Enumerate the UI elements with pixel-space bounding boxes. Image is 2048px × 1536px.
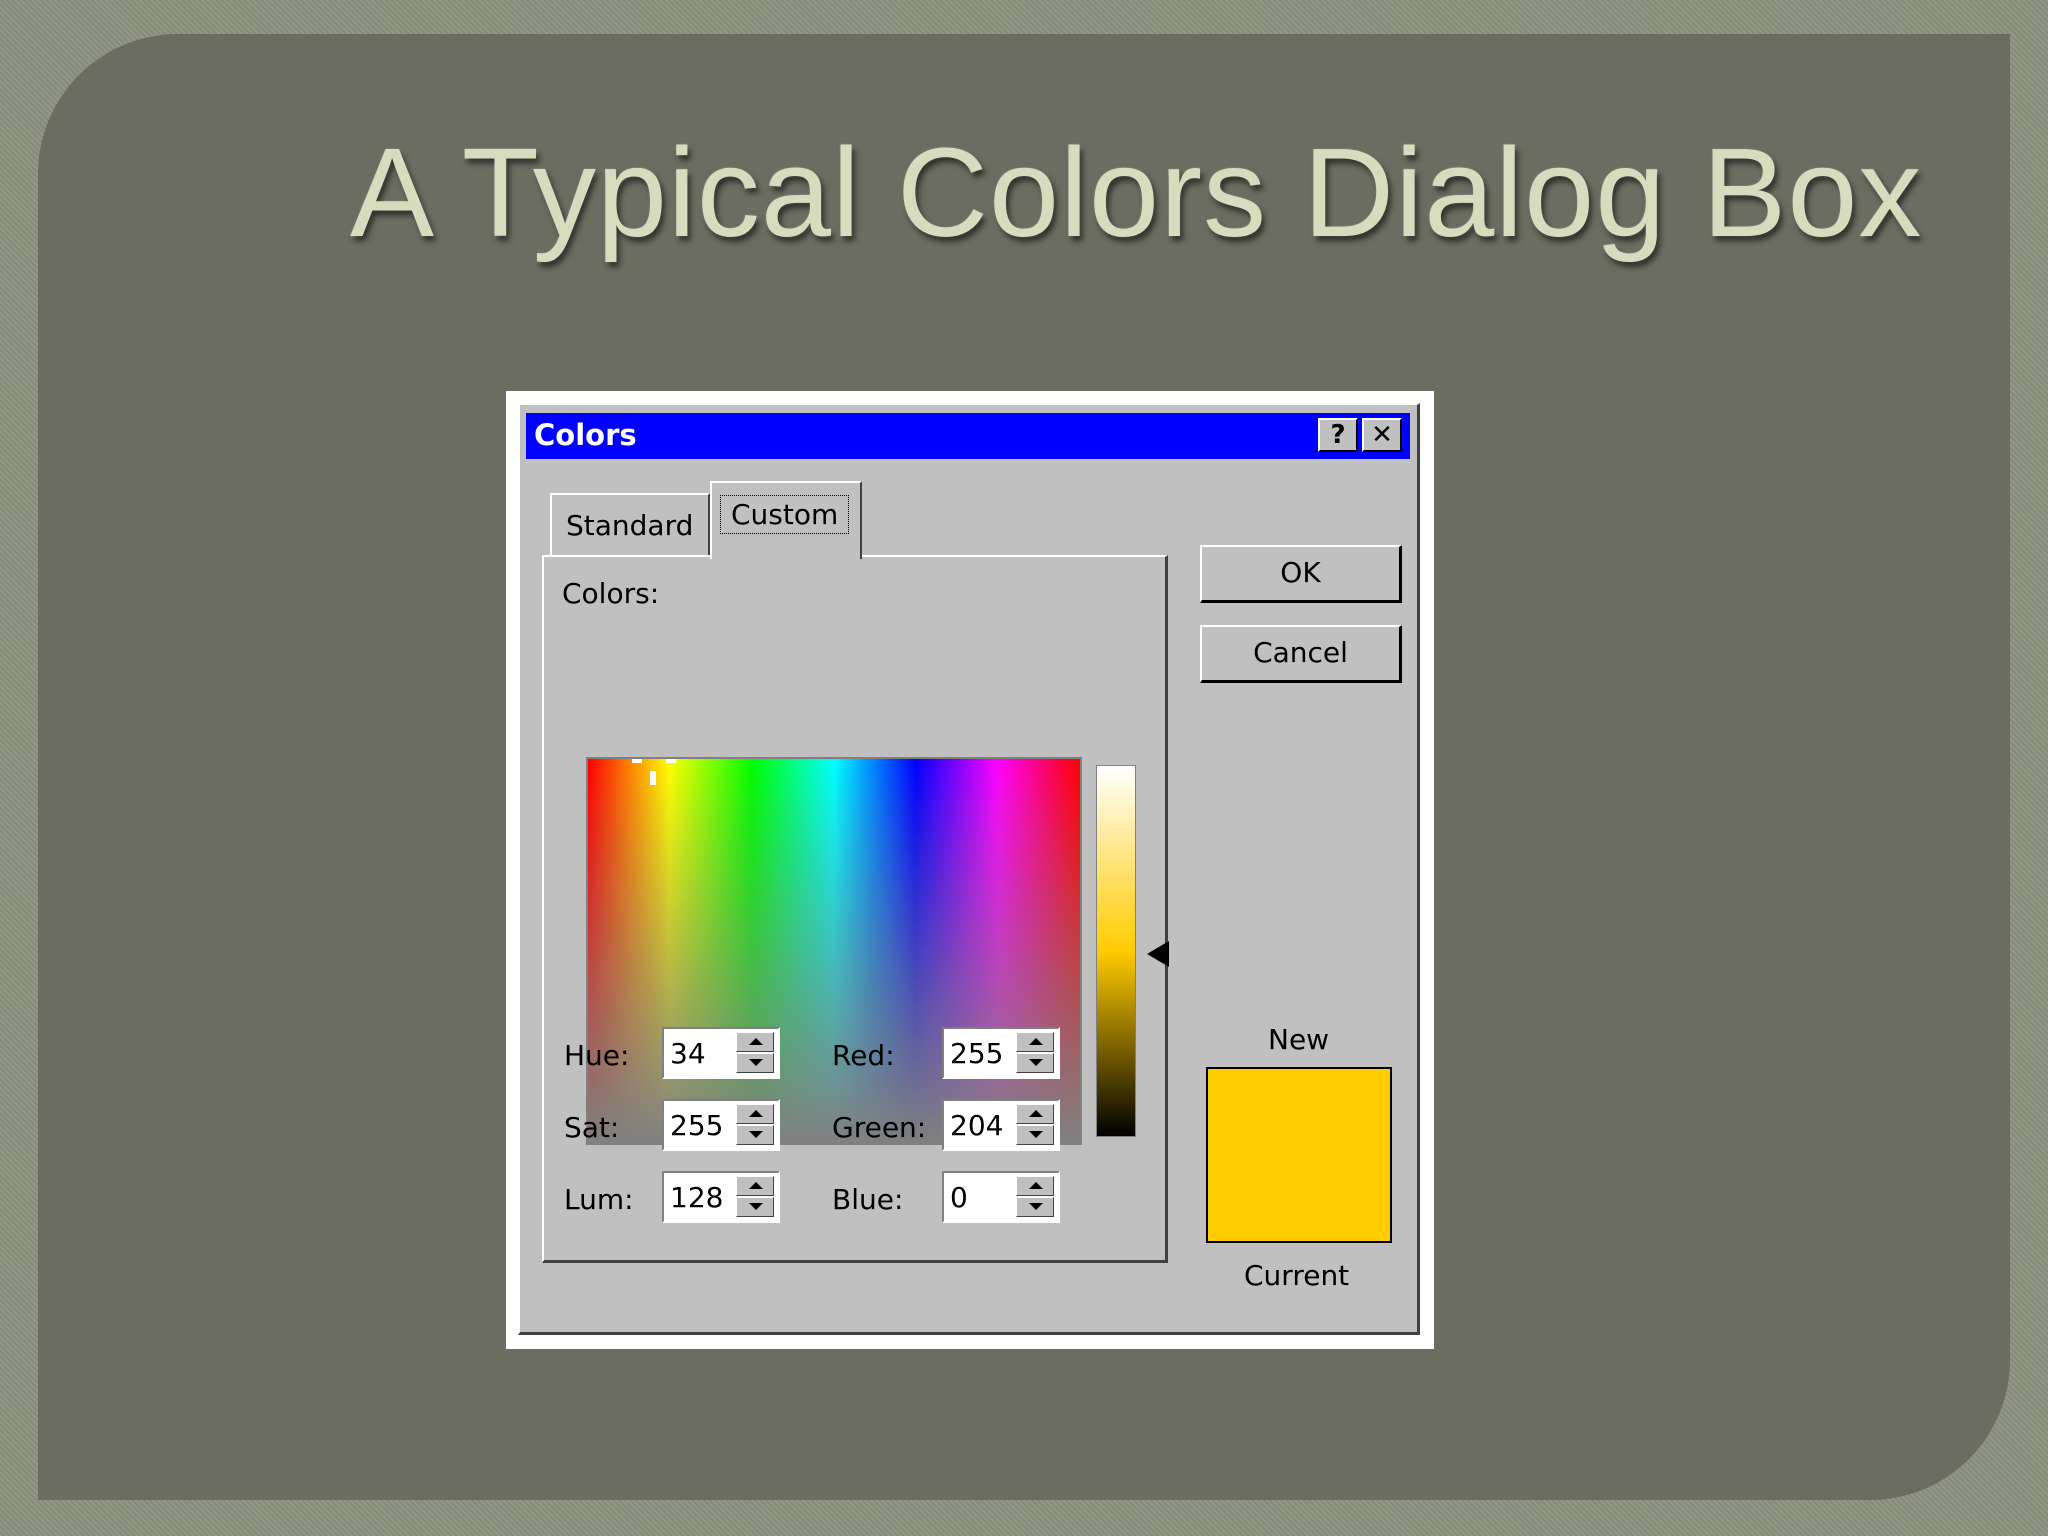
colors-label: Colors: bbox=[562, 577, 660, 610]
crosshair-top-left bbox=[632, 759, 642, 763]
crosshair-top-right bbox=[666, 759, 676, 763]
luminosity-slider[interactable] bbox=[1096, 765, 1136, 1137]
colors-dialog: Colors ? ✕ Standard Custom Colors: Hue: … bbox=[518, 403, 1420, 1335]
sat-input[interactable]: 255 bbox=[662, 1099, 780, 1151]
lum-down-icon[interactable] bbox=[736, 1197, 774, 1217]
tab-custom-label: Custom bbox=[720, 495, 850, 534]
lum-label: Lum: bbox=[564, 1183, 634, 1216]
green-up-icon[interactable] bbox=[1016, 1104, 1054, 1124]
color-spectrum[interactable] bbox=[586, 757, 1082, 1145]
hue-up-icon[interactable] bbox=[736, 1032, 774, 1052]
cancel-button[interactable]: Cancel bbox=[1200, 625, 1402, 683]
color-preview-swatch bbox=[1206, 1067, 1392, 1243]
tab-standard-label: Standard bbox=[566, 509, 694, 542]
red-down-icon[interactable] bbox=[1016, 1053, 1054, 1073]
red-up-icon[interactable] bbox=[1016, 1032, 1054, 1052]
custom-panel: Colors: Hue: 34 Sat: 255 Lum: 128 Red: 2… bbox=[542, 555, 1169, 1263]
lum-spinner[interactable] bbox=[736, 1176, 774, 1218]
red-label: Red: bbox=[832, 1039, 895, 1072]
blue-down-icon[interactable] bbox=[1016, 1197, 1054, 1217]
hue-value: 34 bbox=[670, 1037, 706, 1070]
tab-custom[interactable]: Custom bbox=[710, 481, 862, 559]
blue-up-icon[interactable] bbox=[1016, 1176, 1054, 1196]
green-input[interactable]: 204 bbox=[942, 1099, 1060, 1151]
tab-standard[interactable]: Standard bbox=[550, 493, 710, 555]
sat-value: 255 bbox=[670, 1109, 724, 1142]
current-label: Current bbox=[1244, 1259, 1350, 1292]
close-button[interactable]: ✕ bbox=[1362, 418, 1402, 452]
dialog-frame: Colors ? ✕ Standard Custom Colors: Hue: … bbox=[506, 391, 1434, 1349]
ok-button[interactable]: OK bbox=[1200, 545, 1402, 603]
dialog-title: Colors bbox=[534, 418, 637, 452]
dialog-titlebar[interactable]: Colors ? ✕ bbox=[526, 413, 1410, 459]
lum-up-icon[interactable] bbox=[736, 1176, 774, 1196]
sat-up-icon[interactable] bbox=[736, 1104, 774, 1124]
lum-value: 128 bbox=[670, 1181, 724, 1214]
hue-input[interactable]: 34 bbox=[662, 1027, 780, 1079]
hue-label: Hue: bbox=[564, 1039, 630, 1072]
crosshair-center bbox=[650, 771, 656, 785]
blue-input[interactable]: 0 bbox=[942, 1171, 1060, 1223]
red-spinner[interactable] bbox=[1016, 1032, 1054, 1074]
green-down-icon[interactable] bbox=[1016, 1125, 1054, 1145]
green-spinner[interactable] bbox=[1016, 1104, 1054, 1146]
green-value: 204 bbox=[950, 1109, 1004, 1142]
blue-value: 0 bbox=[950, 1181, 968, 1214]
lum-input[interactable]: 128 bbox=[662, 1171, 780, 1223]
sat-label: Sat: bbox=[564, 1111, 620, 1144]
new-label: New bbox=[1268, 1023, 1330, 1056]
sat-down-icon[interactable] bbox=[736, 1125, 774, 1145]
blue-label: Blue: bbox=[832, 1183, 904, 1216]
green-label: Green: bbox=[832, 1111, 927, 1144]
luminosity-arrow-icon[interactable] bbox=[1147, 941, 1169, 967]
hue-down-icon[interactable] bbox=[736, 1053, 774, 1073]
sat-spinner[interactable] bbox=[736, 1104, 774, 1146]
red-value: 255 bbox=[950, 1037, 1004, 1070]
red-input[interactable]: 255 bbox=[942, 1027, 1060, 1079]
hue-spinner[interactable] bbox=[736, 1032, 774, 1074]
slide-title: A Typical Colors Dialog Box bbox=[350, 122, 1923, 263]
blue-spinner[interactable] bbox=[1016, 1176, 1054, 1218]
help-button[interactable]: ? bbox=[1318, 418, 1358, 452]
